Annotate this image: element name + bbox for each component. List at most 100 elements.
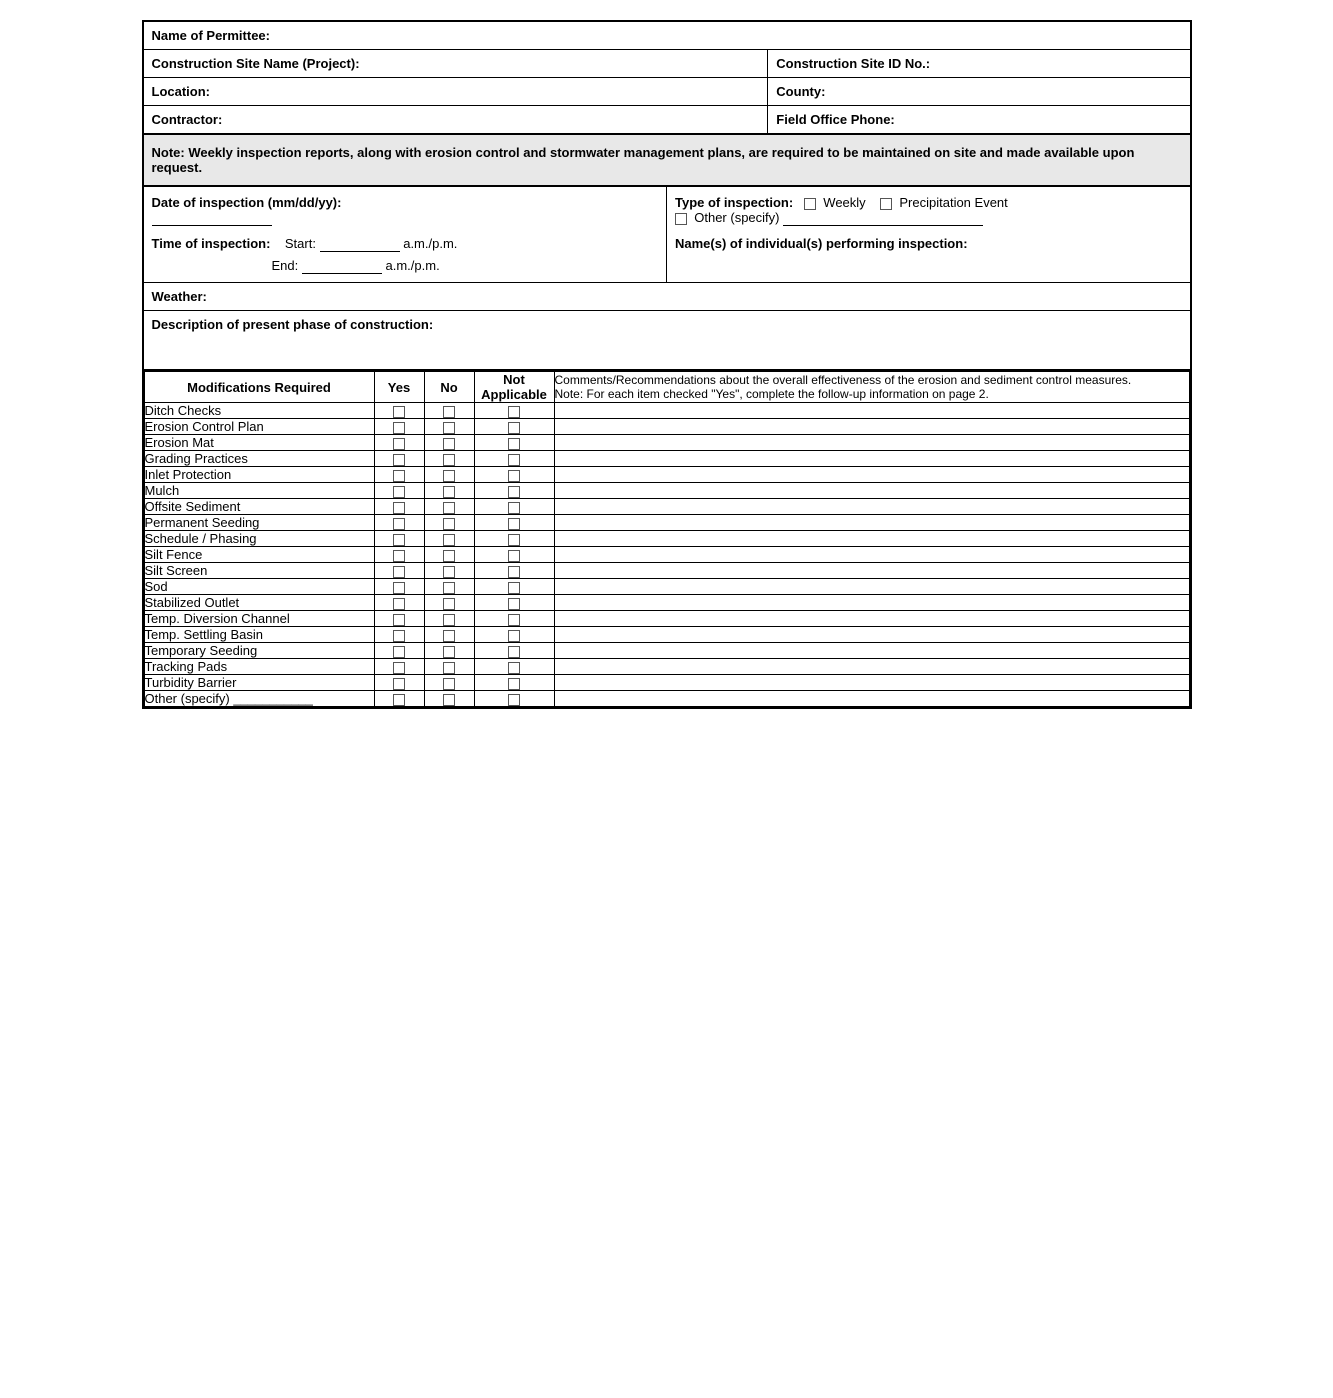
na-checkbox[interactable] xyxy=(508,438,520,450)
checkbox-na[interactable] xyxy=(474,643,554,659)
yes-checkbox[interactable] xyxy=(393,486,405,498)
yes-checkbox[interactable] xyxy=(393,646,405,658)
checkbox-na[interactable] xyxy=(474,419,554,435)
no-checkbox[interactable] xyxy=(443,630,455,642)
yes-checkbox[interactable] xyxy=(393,438,405,450)
checkbox-na[interactable] xyxy=(474,467,554,483)
checkbox-no[interactable] xyxy=(424,499,474,515)
checkbox-yes[interactable] xyxy=(374,691,424,707)
yes-checkbox[interactable] xyxy=(393,470,405,482)
na-checkbox[interactable] xyxy=(508,598,520,610)
checkbox-no[interactable] xyxy=(424,579,474,595)
checkbox-na[interactable] xyxy=(474,691,554,707)
checkbox-yes[interactable] xyxy=(374,515,424,531)
yes-checkbox[interactable] xyxy=(393,694,405,706)
other-checkbox[interactable] xyxy=(675,213,687,225)
na-checkbox[interactable] xyxy=(508,646,520,658)
yes-checkbox[interactable] xyxy=(393,598,405,610)
checkbox-yes[interactable] xyxy=(374,659,424,675)
checkbox-no[interactable] xyxy=(424,467,474,483)
checkbox-yes[interactable] xyxy=(374,627,424,643)
checkbox-na[interactable] xyxy=(474,451,554,467)
na-checkbox[interactable] xyxy=(508,550,520,562)
weekly-checkbox[interactable] xyxy=(804,198,816,210)
checkbox-na[interactable] xyxy=(474,403,554,419)
checkbox-no[interactable] xyxy=(424,547,474,563)
checkbox-na[interactable] xyxy=(474,579,554,595)
checkbox-yes[interactable] xyxy=(374,675,424,691)
checkbox-na[interactable] xyxy=(474,483,554,499)
checkbox-na[interactable] xyxy=(474,659,554,675)
checkbox-yes[interactable] xyxy=(374,483,424,499)
no-checkbox[interactable] xyxy=(443,470,455,482)
no-checkbox[interactable] xyxy=(443,694,455,706)
no-checkbox[interactable] xyxy=(443,678,455,690)
na-checkbox[interactable] xyxy=(508,486,520,498)
na-checkbox[interactable] xyxy=(508,630,520,642)
checkbox-na[interactable] xyxy=(474,547,554,563)
checkbox-yes[interactable] xyxy=(374,547,424,563)
checkbox-yes[interactable] xyxy=(374,579,424,595)
yes-checkbox[interactable] xyxy=(393,614,405,626)
yes-checkbox[interactable] xyxy=(393,582,405,594)
no-checkbox[interactable] xyxy=(443,614,455,626)
checkbox-na[interactable] xyxy=(474,515,554,531)
checkbox-no[interactable] xyxy=(424,643,474,659)
na-checkbox[interactable] xyxy=(508,566,520,578)
checkbox-yes[interactable] xyxy=(374,643,424,659)
no-checkbox[interactable] xyxy=(443,598,455,610)
checkbox-no[interactable] xyxy=(424,515,474,531)
precip-checkbox[interactable] xyxy=(880,198,892,210)
na-checkbox[interactable] xyxy=(508,518,520,530)
yes-checkbox[interactable] xyxy=(393,518,405,530)
checkbox-yes[interactable] xyxy=(374,531,424,547)
other-underline[interactable] xyxy=(783,210,983,226)
checkbox-no[interactable] xyxy=(424,419,474,435)
checkbox-na[interactable] xyxy=(474,499,554,515)
yes-checkbox[interactable] xyxy=(393,566,405,578)
checkbox-yes[interactable] xyxy=(374,499,424,515)
checkbox-yes[interactable] xyxy=(374,611,424,627)
no-checkbox[interactable] xyxy=(443,438,455,450)
checkbox-yes[interactable] xyxy=(374,419,424,435)
na-checkbox[interactable] xyxy=(508,662,520,674)
checkbox-no[interactable] xyxy=(424,403,474,419)
na-checkbox[interactable] xyxy=(508,406,520,418)
na-checkbox[interactable] xyxy=(508,422,520,434)
na-checkbox[interactable] xyxy=(508,534,520,546)
yes-checkbox[interactable] xyxy=(393,630,405,642)
checkbox-na[interactable] xyxy=(474,595,554,611)
yes-checkbox[interactable] xyxy=(393,422,405,434)
no-checkbox[interactable] xyxy=(443,534,455,546)
na-checkbox[interactable] xyxy=(508,454,520,466)
checkbox-yes[interactable] xyxy=(374,435,424,451)
checkbox-yes[interactable] xyxy=(374,451,424,467)
na-checkbox[interactable] xyxy=(508,678,520,690)
na-checkbox[interactable] xyxy=(508,502,520,514)
checkbox-yes[interactable] xyxy=(374,403,424,419)
checkbox-na[interactable] xyxy=(474,627,554,643)
no-checkbox[interactable] xyxy=(443,486,455,498)
yes-checkbox[interactable] xyxy=(393,534,405,546)
end-underline[interactable] xyxy=(302,258,382,274)
checkbox-na[interactable] xyxy=(474,611,554,627)
no-checkbox[interactable] xyxy=(443,422,455,434)
na-checkbox[interactable] xyxy=(508,470,520,482)
checkbox-na[interactable] xyxy=(474,563,554,579)
no-checkbox[interactable] xyxy=(443,518,455,530)
checkbox-na[interactable] xyxy=(474,675,554,691)
na-checkbox[interactable] xyxy=(508,582,520,594)
yes-checkbox[interactable] xyxy=(393,550,405,562)
yes-checkbox[interactable] xyxy=(393,662,405,674)
checkbox-no[interactable] xyxy=(424,563,474,579)
no-checkbox[interactable] xyxy=(443,662,455,674)
checkbox-no[interactable] xyxy=(424,659,474,675)
checkbox-no[interactable] xyxy=(424,675,474,691)
checkbox-yes[interactable] xyxy=(374,563,424,579)
no-checkbox[interactable] xyxy=(443,502,455,514)
checkbox-na[interactable] xyxy=(474,435,554,451)
checkbox-no[interactable] xyxy=(424,611,474,627)
no-checkbox[interactable] xyxy=(443,454,455,466)
checkbox-yes[interactable] xyxy=(374,595,424,611)
checkbox-no[interactable] xyxy=(424,435,474,451)
